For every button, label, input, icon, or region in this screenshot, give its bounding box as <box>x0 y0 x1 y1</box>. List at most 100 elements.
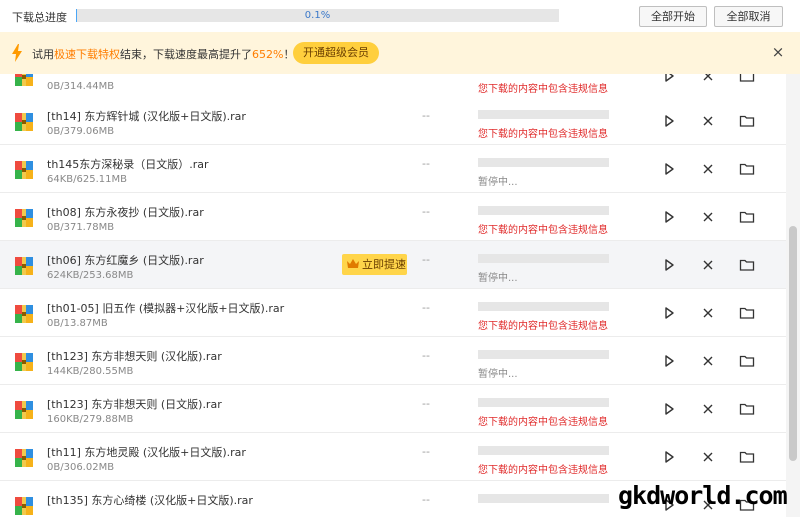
folder-icon[interactable] <box>739 353 755 369</box>
download-row[interactable]: [th14] 东方辉针城 (汉化版+日文版).rar 0B/379.06MB -- 您… <box>0 97 786 145</box>
download-status: 您下载的内容中包含违规信息 <box>478 465 608 476</box>
folder-icon[interactable] <box>739 74 755 84</box>
rar-file-icon <box>15 401 33 419</box>
delete-icon[interactable] <box>700 401 716 417</box>
play-icon[interactable] <box>661 353 677 369</box>
open-super-vip-button[interactable]: 开通超级会员 <box>293 42 379 64</box>
row-progress-bar <box>478 158 609 167</box>
start-all-button[interactable]: 全部开始 <box>639 6 707 27</box>
download-status: 暂停中... <box>478 177 518 188</box>
download-list: 0B/314.44MB 您下载的内容中包含违规信息 [th14] 东方辉针城 (汉化… <box>0 74 786 517</box>
download-speed: -- <box>422 109 430 122</box>
play-icon[interactable] <box>661 257 677 273</box>
crown-icon <box>346 255 360 268</box>
download-status: 暂停中... <box>478 273 518 284</box>
file-size: 64KB/625.11MB <box>47 174 127 185</box>
delete-icon[interactable] <box>700 113 716 129</box>
play-icon[interactable] <box>661 74 677 84</box>
play-icon[interactable] <box>661 401 677 417</box>
download-status: 暂停中... <box>478 369 518 380</box>
download-speed: -- <box>422 493 430 506</box>
file-name: [th123] 东方非想天则 (日文版).rar <box>47 398 222 411</box>
file-size: 0B/379.06MB <box>47 126 115 137</box>
delete-icon[interactable] <box>700 257 716 273</box>
rar-file-icon <box>15 161 33 179</box>
boost-speed-label: 立即提速 <box>362 258 406 271</box>
delete-icon[interactable] <box>700 305 716 321</box>
delete-icon[interactable] <box>700 74 716 84</box>
rar-file-icon <box>15 305 33 323</box>
folder-icon[interactable] <box>739 449 755 465</box>
delete-icon[interactable] <box>700 353 716 369</box>
scrollbar[interactable] <box>786 74 800 517</box>
play-icon[interactable] <box>661 161 677 177</box>
file-size: 624KB/253.68MB <box>47 270 134 281</box>
folder-icon[interactable] <box>739 401 755 417</box>
download-row[interactable]: th145东方深秘录（日文版）.rar 64KB/625.11MB -- 暂停中... <box>0 145 786 193</box>
total-progress-bar: 0.1% <box>76 9 559 22</box>
row-progress-bar <box>478 350 609 359</box>
download-status: 您下载的内容中包含违规信息 <box>478 417 608 428</box>
cancel-all-button[interactable]: 全部取消 <box>714 6 783 27</box>
scrollbar-thumb[interactable] <box>789 226 797 461</box>
download-speed: -- <box>422 157 430 170</box>
file-name: th145东方深秘录（日文版）.rar <box>47 158 209 171</box>
download-speed: -- <box>422 205 430 218</box>
download-status: 您下载的内容中包含违规信息 <box>478 84 608 95</box>
file-size: 144KB/280.55MB <box>47 366 134 377</box>
row-progress-bar <box>478 206 609 215</box>
file-size: 0B/314.44MB <box>47 81 115 92</box>
total-progress-label: 下载总进度 <box>12 11 67 24</box>
play-icon[interactable] <box>661 209 677 225</box>
delete-icon[interactable] <box>700 209 716 225</box>
top-bar: 下载总进度 0.1% 全部开始 全部取消 <box>0 0 800 32</box>
banner-message: 试用极速下载特权结束，下载速度最高提升了652%！ <box>32 46 294 62</box>
play-icon[interactable] <box>661 305 677 321</box>
download-speed: -- <box>422 301 430 314</box>
folder-icon[interactable] <box>739 161 755 177</box>
row-progress-bar <box>478 398 609 407</box>
rar-file-icon <box>15 74 33 86</box>
banner-text-highlight: 极速下载特权 <box>54 48 120 61</box>
file-name: [th01-05] 旧五作 (模拟器+汉化版+日文版).rar <box>47 302 285 315</box>
rar-file-icon <box>15 353 33 371</box>
row-progress-bar <box>478 446 609 455</box>
file-name: [th14] 东方辉针城 (汉化版+日文版).rar <box>47 110 246 123</box>
download-row[interactable]: [th08] 东方永夜抄 (日文版).rar 0B/371.78MB -- 您下载的内… <box>0 193 786 241</box>
download-speed: -- <box>422 445 430 458</box>
rar-file-icon <box>15 257 33 275</box>
download-status: 您下载的内容中包含违规信息 <box>478 225 608 236</box>
banner-close-icon[interactable]: × <box>771 44 785 60</box>
banner-text-prefix: 试用 <box>32 48 54 61</box>
download-row[interactable]: [th11] 东方地灵殿 (汉化版+日文版).rar 0B/306.02MB -- 您… <box>0 433 786 481</box>
file-size: 160KB/279.88MB <box>47 414 134 425</box>
play-icon[interactable] <box>661 113 677 129</box>
folder-icon[interactable] <box>739 113 755 129</box>
file-size: 0B/371.78MB <box>47 222 115 233</box>
trial-banner: 试用极速下载特权结束，下载速度最高提升了652%！ 开通超级会员 × <box>0 32 800 74</box>
folder-icon[interactable] <box>739 209 755 225</box>
download-speed: -- <box>422 397 430 410</box>
download-status: 您下载的内容中包含违规信息 <box>478 129 608 140</box>
delete-icon[interactable] <box>700 449 716 465</box>
download-row[interactable]: [th123] 东方非想天则 (汉化版).rar 144KB/280.55MB --… <box>0 337 786 385</box>
banner-text-middle: 结束，下载速度最高提升了 <box>120 48 252 61</box>
file-name: [th11] 东方地灵殿 (汉化版+日文版).rar <box>47 446 246 459</box>
total-progress-text: 0.1% <box>304 10 331 21</box>
download-row[interactable]: [th01-05] 旧五作 (模拟器+汉化版+日文版).rar 0B/13.87M… <box>0 289 786 337</box>
row-progress-bar <box>478 254 609 263</box>
lightning-icon <box>12 44 22 62</box>
rar-file-icon <box>15 209 33 227</box>
rar-file-icon <box>15 497 33 515</box>
watermark: gkdworld.com <box>618 481 788 510</box>
play-icon[interactable] <box>661 449 677 465</box>
boost-speed-button[interactable]: 立即提速 <box>342 254 407 275</box>
download-row[interactable]: [th123] 东方非想天则 (日文版).rar 160KB/279.88MB --… <box>0 385 786 433</box>
folder-icon[interactable] <box>739 257 755 273</box>
folder-icon[interactable] <box>739 305 755 321</box>
file-size: 0B/306.02MB <box>47 462 115 473</box>
row-progress-bar <box>478 494 609 503</box>
download-row[interactable]: [th06] 东方红魔乡 (日文版).rar 624KB/253.68MB 立即提速… <box>0 241 786 289</box>
delete-icon[interactable] <box>700 161 716 177</box>
row-progress-bar <box>478 302 609 311</box>
